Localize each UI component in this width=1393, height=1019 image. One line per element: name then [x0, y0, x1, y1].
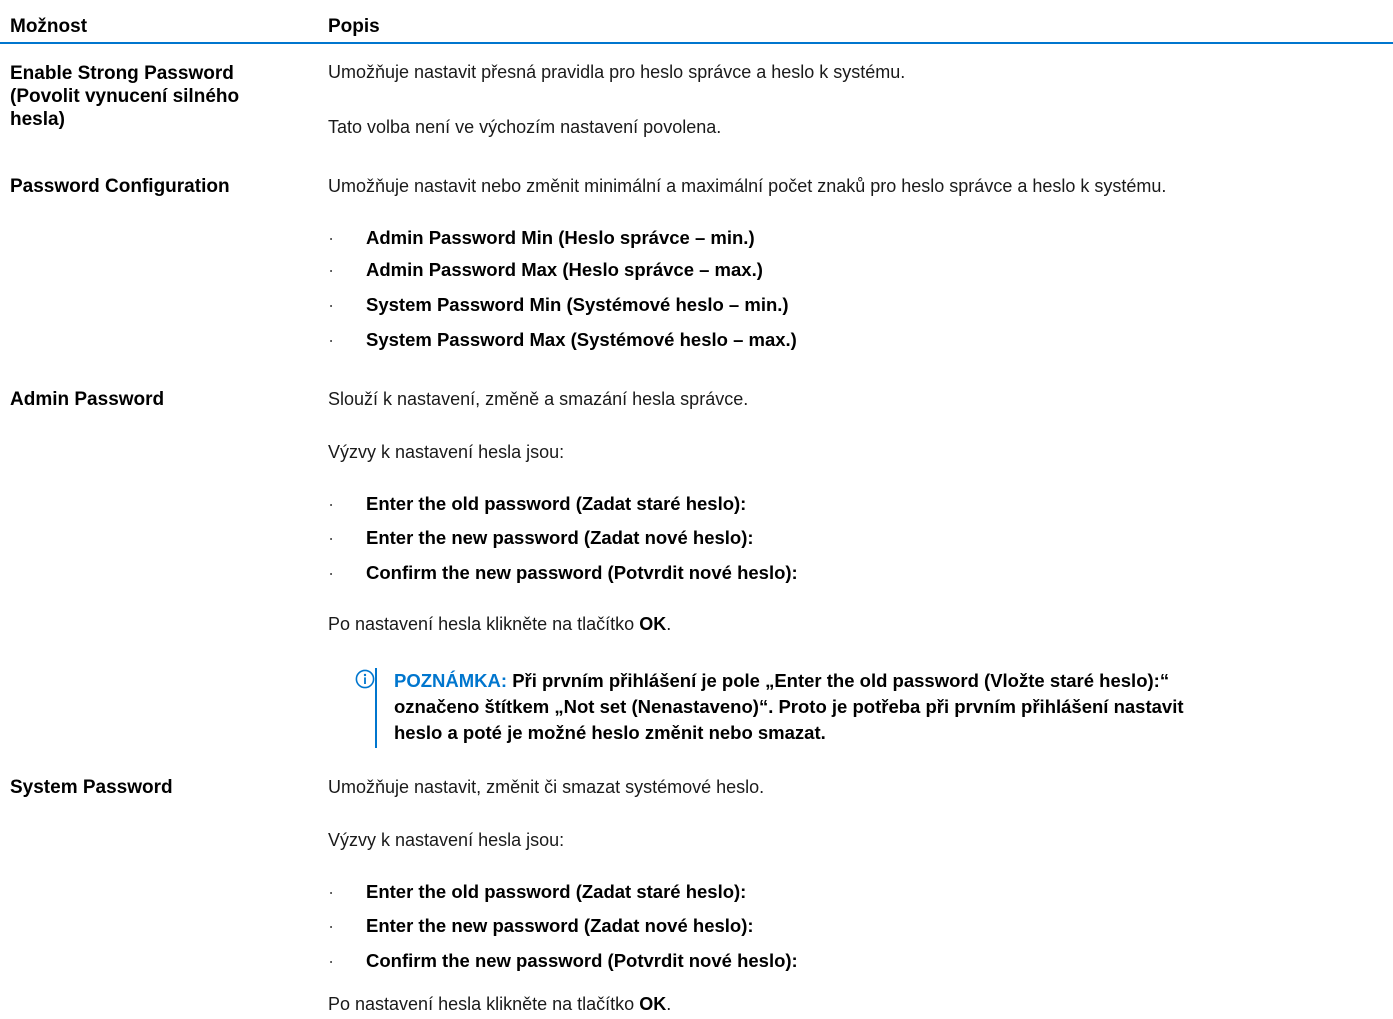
- ok-label: OK: [639, 614, 667, 634]
- option-admin-password: Admin Password: [10, 389, 165, 410]
- bullet-dot: ·: [328, 493, 335, 514]
- description-text: Umožňuje nastavit nebo změnit minimální …: [328, 176, 1167, 196]
- bullet-dot: ·: [328, 329, 335, 350]
- bullet-dot: ·: [328, 562, 335, 583]
- table-header: Možnost Popis: [0, 0, 1393, 44]
- bullet-dot: ·: [328, 881, 335, 902]
- description-text: Umožňuje nastavit přesná pravidla pro he…: [328, 62, 906, 82]
- note-divider: [375, 668, 377, 748]
- option-strong-password: Enable Strong Password (Povolit vynucení…: [10, 60, 310, 133]
- option-line: hesla): [10, 109, 65, 130]
- note-text: POZNÁMKA: Při prvním přihlášení je pole …: [394, 668, 1384, 746]
- note-line: POZNÁMKA: Při prvním přihlášení je pole …: [394, 670, 1170, 691]
- option-password-configuration: Password Configuration: [10, 176, 230, 197]
- description-text: Slouží k nastavení, změně a smazání hesl…: [328, 389, 749, 409]
- ok-label: OK: [639, 994, 667, 1014]
- option-system-password: System Password: [10, 777, 173, 798]
- instruction-text: Po nastavení hesla klikněte na tlačítko …: [328, 994, 672, 1014]
- description-text: Tato volba není ve výchozím nastavení po…: [328, 117, 722, 137]
- header-option: Možnost: [10, 16, 88, 37]
- bullet-dot: ·: [328, 294, 335, 315]
- note-label: POZNÁMKA:: [394, 670, 508, 691]
- instruction-text: Po nastavení hesla klikněte na tlačítko …: [328, 614, 672, 634]
- note-line: označeno štítkem „Not set (Nenastaveno)“…: [394, 696, 1184, 717]
- description-text: Výzvy k nastavení hesla jsou:: [328, 442, 565, 462]
- note-box: POZNÁMKA: Při prvním přihlášení je pole …: [355, 668, 1365, 748]
- note-line: heslo a poté je možné heslo změnit nebo …: [394, 722, 826, 743]
- bullet-dot: ·: [328, 527, 335, 548]
- bullet-dot: ·: [328, 950, 335, 971]
- description-text: Výzvy k nastavení hesla jsou:: [328, 830, 565, 850]
- document-page: Možnost Popis Enable Strong Password (Po…: [0, 0, 1393, 1019]
- bullet-dot: ·: [328, 915, 335, 936]
- header-description: Popis: [328, 16, 380, 37]
- info-icon: [355, 669, 375, 689]
- bullet-dot: ·: [328, 259, 335, 280]
- bullet-dot: ·: [328, 227, 335, 248]
- description-text: Umožňuje nastavit, změnit či smazat syst…: [328, 777, 765, 797]
